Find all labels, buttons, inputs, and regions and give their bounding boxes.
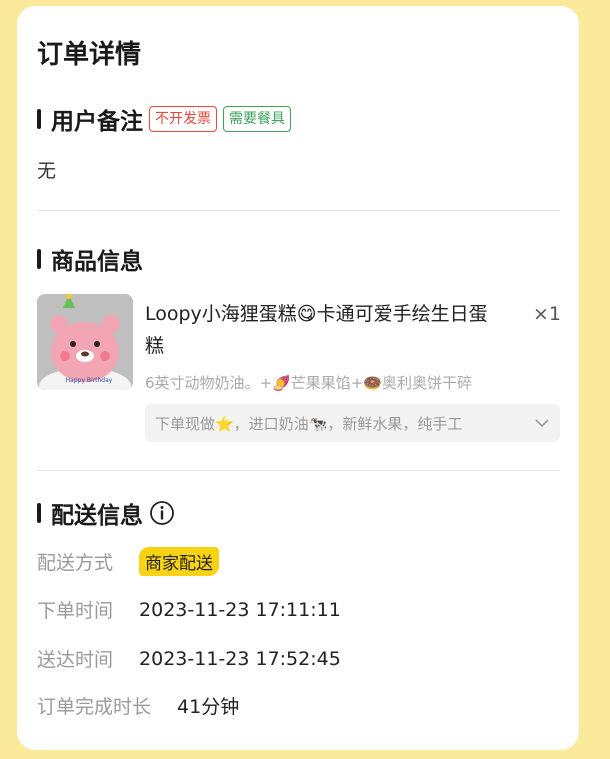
product-thumbnail[interactable]: Happy Birthday [37,294,133,390]
delivery-section-header: 配送信息 [37,496,175,530]
divider [37,470,560,471]
remarks-section-title: 用户备注 [51,109,143,135]
page-title: 订单详情 [37,40,142,70]
order-time-row: 下单时间 2023-11-23 17:11:11 [37,596,341,623]
product-quantity: ×1 [533,303,562,325]
product-spec: 6英寸动物奶油。+🍠芒果果馅+🍩奥利奥饼干碎 [145,374,473,392]
order-time-label: 下单时间 [37,600,114,622]
order-detail-card: 订单详情 用户备注 不开发票 需要餐具 无 商品信息 Happy Birthda… [17,6,579,750]
completion-duration-value: 41分钟 [177,696,240,718]
delivered-time-row: 送达时间 2023-11-23 17:52:45 [37,645,341,672]
delivery-method-badge: 商家配送 [139,547,220,576]
delivery-method-label: 配送方式 [37,552,114,574]
completion-duration-row: 订单完成时长 41分钟 [37,692,239,719]
delivery-method-row: 配送方式 商家配送 [37,547,220,576]
product-section-title: 商品信息 [51,249,143,275]
info-icon[interactable] [149,500,175,526]
product-section-header: 商品信息 [37,242,143,276]
delivery-section-title: 配送信息 [51,503,143,529]
delivered-time-label: 送达时间 [37,649,114,671]
completion-duration-label: 订单完成时长 [37,696,152,718]
remarks-section-header: 用户备注 不开发票 需要餐具 [37,102,291,136]
divider [37,210,560,211]
section-bar [37,503,41,523]
need-utensils-tag: 需要餐具 [223,106,291,132]
cake-image: Happy Birthday [37,294,133,390]
cake-caption: Happy Birthday [66,377,113,384]
no-invoice-tag: 不开发票 [149,106,217,132]
remark-text: 无 [37,160,57,182]
delivered-time-value: 2023-11-23 17:52:45 [139,647,341,670]
chevron-down-icon[interactable] [534,415,550,431]
product-description: 下单现做⭐，进口奶油🐄，新鲜水果，纯手工 [155,414,463,433]
order-time-value: 2023-11-23 17:11:11 [139,598,341,621]
section-bar [37,109,41,129]
product-name[interactable]: Loopy小海狸蛋糕😋卡通可爱手绘生日蛋糕 [145,298,505,362]
section-bar [37,249,41,269]
product-description-box[interactable]: 下单现做⭐，进口奶油🐄，新鲜水果，纯手工 [145,404,560,442]
